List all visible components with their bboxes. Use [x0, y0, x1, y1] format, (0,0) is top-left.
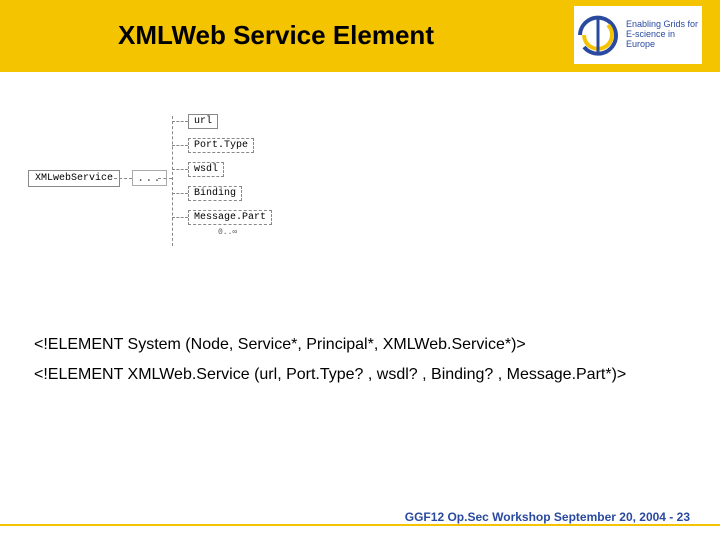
logo: Enabling Grids for E-science in Europe [574, 6, 702, 64]
schema-diagram: XMLwebService ... url Port.Type wsdl Bin… [28, 110, 348, 270]
connector-line [172, 193, 188, 194]
child-element: url [188, 114, 218, 129]
connector-line [172, 169, 188, 170]
dtd-block: <!ELEMENT System (Node, Service*, Princi… [34, 330, 626, 391]
cardinality-label: 0..∞ [218, 228, 237, 237]
child-element: Binding [188, 186, 242, 201]
connector-line [158, 178, 172, 179]
child-element: wsdl [188, 162, 224, 177]
connector-line [172, 116, 173, 246]
logo-tagline: Enabling Grids for E-science in Europe [626, 20, 702, 50]
egee-logo-icon [574, 11, 622, 59]
connector-line [172, 121, 188, 122]
footer-text: GGF12 Op.Sec Workshop September 20, 2004… [405, 510, 677, 524]
connector-line [172, 217, 188, 218]
footer: GGF12 Op.Sec Workshop September 20, 2004… [0, 510, 720, 524]
connector-line [172, 145, 188, 146]
header: XMLWeb Service Element Enabling Grids fo… [0, 0, 720, 72]
dtd-line: <!ELEMENT System (Node, Service*, Princi… [34, 330, 626, 360]
connector-line [114, 178, 132, 179]
page-number: 23 [677, 510, 690, 524]
footer-rule [0, 524, 720, 526]
logo-tagline-line2: E-science in Europe [626, 30, 702, 50]
child-element: Message.Part [188, 210, 272, 225]
dtd-line: <!ELEMENT XMLWeb.Service (url, Port.Type… [34, 360, 626, 390]
slide-title: XMLWeb Service Element [118, 20, 434, 51]
root-element: XMLwebService [28, 170, 120, 187]
child-element: Port.Type [188, 138, 254, 153]
